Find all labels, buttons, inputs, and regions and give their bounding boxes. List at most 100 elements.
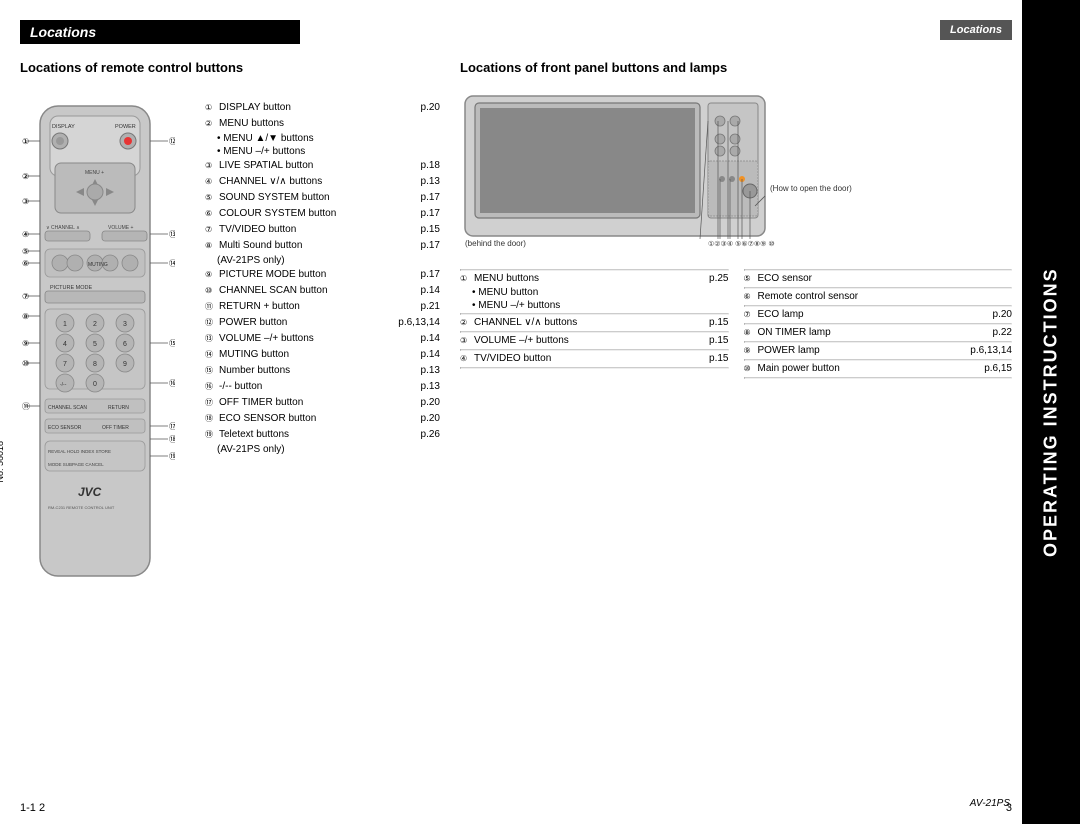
sub-item: (AV-21PS only) <box>205 444 440 455</box>
svg-text:⑧: ⑧ <box>22 312 29 321</box>
list-item: ⑩ CHANNEL SCAN button p.14 <box>205 284 440 297</box>
svg-text:1: 1 <box>63 321 67 328</box>
svg-text:⑦: ⑦ <box>22 292 29 301</box>
fp-list-item: ⑤ ECO sensor <box>744 273 1013 284</box>
svg-text:RETURN: RETURN <box>108 405 129 411</box>
svg-text:⑲: ⑲ <box>169 452 175 461</box>
tv-illustration: ①②③④ ⑤⑥⑦⑧⑨ ⑩ (behind the door) (How to o… <box>460 91 1012 254</box>
fp-list-item: ① MENU buttons p.25 <box>460 273 729 284</box>
fp-list-item: ⑩ Main power button p.6,15 <box>744 363 1013 374</box>
svg-text:⑱: ⑱ <box>169 435 175 444</box>
left-section-title: Locations of remote control buttons <box>20 60 440 75</box>
svg-text:①②③④ ⑤⑥⑦⑧⑨ ⑩: ①②③④ ⑤⑥⑦⑧⑨ ⑩ <box>708 240 775 248</box>
svg-text:MODE SUBPAGE CANCEL: MODE SUBPAGE CANCEL <box>48 462 104 467</box>
svg-text:JVC: JVC <box>78 485 102 499</box>
svg-text:3: 3 <box>123 321 127 328</box>
top-headers: Locations Locations <box>20 20 1012 44</box>
svg-text:MENU +: MENU + <box>85 170 104 176</box>
list-item: ② MENU buttons <box>205 117 440 130</box>
left-header: Locations <box>20 20 440 44</box>
svg-text:0: 0 <box>93 381 97 388</box>
remote-items-list: ① DISPLAY button p.20 ② MENU buttons • M… <box>205 91 440 792</box>
list-item: ④ CHANNEL ∨/∧ buttons p.13 <box>205 175 440 188</box>
svg-text:⑭: ⑭ <box>169 259 175 268</box>
remote-area: No. 56018 DISPLAY POWER <box>20 91 195 792</box>
svg-text:8: 8 <box>93 361 97 368</box>
list-item: ⑬ VOLUME –/+ buttons p.14 <box>205 332 440 345</box>
page-number-left: 1-1 2 <box>20 802 45 814</box>
svg-text:5: 5 <box>93 341 97 348</box>
svg-text:④: ④ <box>22 230 29 239</box>
svg-text:⑤: ⑤ <box>22 247 29 256</box>
list-item: ⑧ Multi Sound button p.17 <box>205 239 440 252</box>
fp-list-item: ⑧ ON TIMER lamp p.22 <box>744 327 1013 338</box>
front-panel-items: ① MENU buttons p.25 • MENU button • MENU… <box>460 267 1012 381</box>
svg-text:⑫: ⑫ <box>169 137 175 146</box>
sub-item: • MENU ▲/▼ buttons <box>205 133 440 144</box>
svg-text:⑰: ⑰ <box>169 422 175 431</box>
sub-item: (AV-21PS only) <box>205 255 440 266</box>
svg-text:POWER: POWER <box>115 124 136 130</box>
svg-text:ECO SENSOR: ECO SENSOR <box>48 425 82 431</box>
main-content: Locations Locations Locations of remote … <box>0 0 1022 824</box>
serial-number: No. 56018 <box>0 441 5 483</box>
fp-right-items: ⑤ ECO sensor ⑥ Remote control sensor <box>744 267 1013 381</box>
svg-text:2: 2 <box>93 321 97 328</box>
svg-text:7: 7 <box>63 361 67 368</box>
right-section-title: Locations of front panel buttons and lam… <box>460 60 1012 75</box>
svg-text:DISPLAY: DISPLAY <box>52 124 75 130</box>
svg-text:(behind the door): (behind the door) <box>465 239 526 248</box>
fp-list-item: ⑦ ECO lamp p.20 <box>744 309 1013 320</box>
right-column: ①②③④ ⑤⑥⑦⑧⑨ ⑩ (behind the door) (How to o… <box>460 91 1012 792</box>
svg-text:MUTING: MUTING <box>88 262 108 268</box>
left-column: No. 56018 DISPLAY POWER <box>20 91 440 792</box>
svg-text:⑨: ⑨ <box>22 339 29 348</box>
content-columns: No. 56018 DISPLAY POWER <box>20 91 1012 792</box>
fp-sub-item: • MENU button <box>460 287 729 298</box>
list-item: ⑫ POWER button p.6,13,14 <box>205 316 440 329</box>
svg-text:⑬: ⑬ <box>169 230 175 239</box>
right-header: Locations <box>460 20 1012 44</box>
list-item: ⑯ -/-- button p.13 <box>205 380 440 393</box>
svg-text:PICTURE MODE: PICTURE MODE <box>50 285 93 291</box>
svg-text:CHANNEL SCAN: CHANNEL SCAN <box>48 405 87 411</box>
svg-text:-/--: -/-- <box>60 382 67 388</box>
list-item: ⑱ ECO SENSOR button p.20 <box>205 412 440 425</box>
svg-text:∨ CHANNEL ∧: ∨ CHANNEL ∧ <box>46 225 80 231</box>
list-item: ⑰ OFF TIMER button p.20 <box>205 396 440 409</box>
page-container: Locations Locations Locations of remote … <box>0 0 1080 824</box>
model-label: AV-21PS <box>970 798 1010 809</box>
list-item: ① DISPLAY button p.20 <box>205 101 440 114</box>
svg-text:RM-C231 REMOTE CONTROL UNIT: RM-C231 REMOTE CONTROL UNIT <box>48 505 115 510</box>
svg-text:9: 9 <box>123 361 127 368</box>
list-item: ⑭ MUTING button p.14 <box>205 348 440 361</box>
sub-item: • MENU –/+ buttons <box>205 146 440 157</box>
svg-text:VOLUME +: VOLUME + <box>108 225 134 231</box>
fp-sub-item: • MENU –/+ buttons <box>460 300 729 311</box>
svg-text:⑩: ⑩ <box>22 359 29 368</box>
list-item: ⑮ Number buttons p.13 <box>205 364 440 377</box>
svg-text:REVEAL HOLD INDEX STORE: REVEAL HOLD INDEX STORE <box>48 449 111 454</box>
svg-text:①: ① <box>22 137 29 146</box>
svg-text:⑥: ⑥ <box>22 259 29 268</box>
svg-text:⑮: ⑮ <box>169 339 175 348</box>
list-item: ⑨ PICTURE MODE button p.17 <box>205 268 440 281</box>
list-item: ⑥ COLOUR SYSTEM button p.17 <box>205 207 440 220</box>
fp-list-item: ② CHANNEL ∨/∧ buttons p.15 <box>460 317 729 328</box>
tv-svg: ①②③④ ⑤⑥⑦⑧⑨ ⑩ (behind the door) (How to o… <box>460 91 860 251</box>
operating-instructions-banner: OPERATING INSTRUCTIONS <box>1022 0 1080 824</box>
fp-list-item: ④ TV/VIDEO button p.15 <box>460 353 729 364</box>
svg-text:③: ③ <box>22 197 29 206</box>
svg-text:②: ② <box>22 172 29 181</box>
list-item: ⑪ RETURN + button p.21 <box>205 300 440 313</box>
list-item: ⑤ SOUND SYSTEM button p.17 <box>205 191 440 204</box>
fp-list-item: ⑥ Remote control sensor <box>744 291 1013 302</box>
svg-text:⑯: ⑯ <box>169 379 175 388</box>
left-title: Locations <box>20 20 300 44</box>
list-item: ③ LIVE SPATIAL button p.18 <box>205 159 440 172</box>
fp-list-item: ⑨ POWER lamp p.6,13,14 <box>744 345 1013 356</box>
fp-left-items: ① MENU buttons p.25 • MENU button • MENU… <box>460 267 729 381</box>
list-item: ⑦ TV/VIDEO button p.15 <box>205 223 440 236</box>
right-title: Locations <box>940 20 1012 40</box>
svg-text:OFF TIMER: OFF TIMER <box>102 425 129 431</box>
